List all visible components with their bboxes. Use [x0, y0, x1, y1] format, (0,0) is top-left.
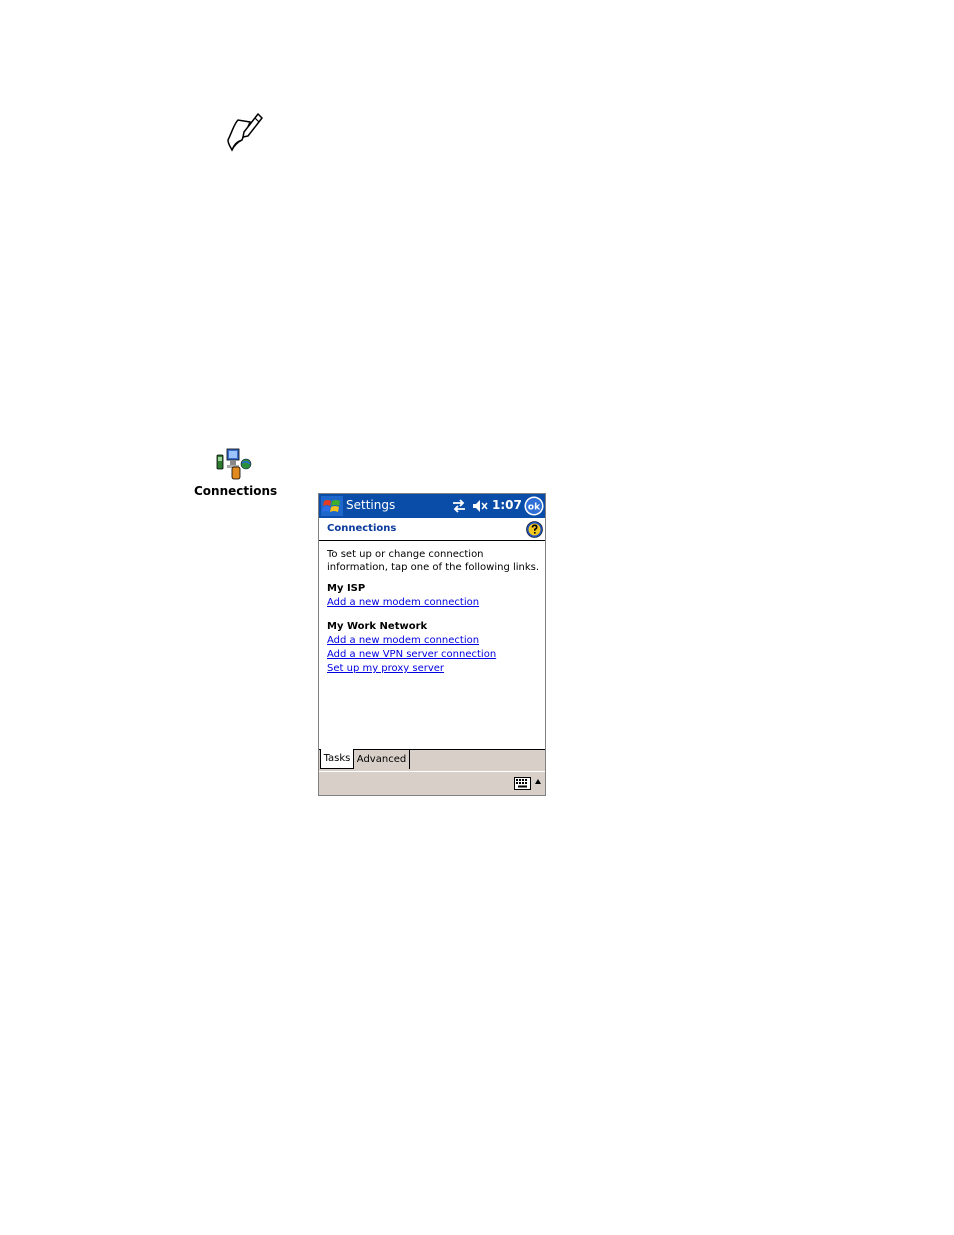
keyboard-icon[interactable]: [514, 777, 531, 790]
connections-label: Connections: [194, 484, 278, 498]
link-work-add-modem[interactable]: Add a new modem connection: [327, 634, 542, 648]
connections-icon: [216, 448, 252, 480]
intro-text: To set up or change connection informati…: [327, 549, 540, 573]
up-arrow-icon[interactable]: [534, 778, 542, 786]
ok-button[interactable]: ok: [524, 496, 544, 516]
section-heading-my-work-network: My Work Network: [327, 621, 428, 632]
ok-label: ok: [528, 503, 541, 513]
speaker-muted-icon[interactable]: [471, 497, 489, 515]
page-title: Connections: [327, 523, 397, 534]
start-button[interactable]: [321, 496, 343, 516]
windows-flag-icon: [322, 500, 340, 512]
menu-bar: [319, 771, 545, 795]
help-icon[interactable]: [526, 521, 543, 538]
pocketpc-screen: Settings 1:07 ok Connections To set up o…: [318, 493, 546, 796]
title-bar: Settings 1:07 ok: [319, 494, 545, 518]
link-work-add-vpn[interactable]: Add a new VPN server connection: [327, 648, 542, 662]
tab-tasks[interactable]: Tasks: [320, 749, 354, 769]
window-title: Settings: [346, 498, 396, 512]
clock[interactable]: 1:07: [492, 498, 522, 512]
connectivity-arrows-icon[interactable]: [451, 497, 467, 515]
link-isp-add-modem[interactable]: Add a new modem connection: [327, 596, 542, 610]
tab-advanced[interactable]: Advanced: [354, 749, 410, 769]
page-content: To set up or change connection informati…: [327, 548, 542, 676]
note-pencil-icon: [227, 112, 263, 152]
tab-strip: Tasks Advanced: [319, 749, 545, 771]
section-heading-my-isp: My ISP: [327, 583, 366, 594]
page-header: Connections: [319, 518, 545, 541]
link-work-proxy[interactable]: Set up my proxy server: [327, 662, 542, 676]
